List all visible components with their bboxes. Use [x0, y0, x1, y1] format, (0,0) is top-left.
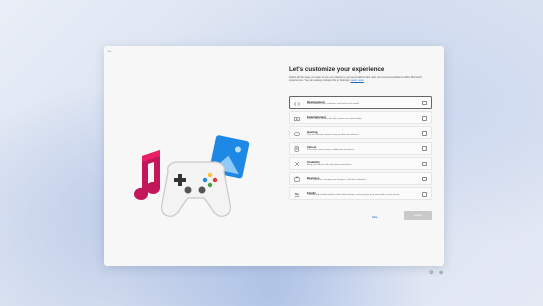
- option-entertainment[interactable]: Entertainment Watch videos, browse the w…: [289, 111, 432, 125]
- learn-more-link[interactable]: Learn more: [351, 79, 364, 82]
- controller-icon: [161, 161, 231, 217]
- code-icon: [294, 101, 300, 106]
- option-checkbox[interactable]: [422, 100, 427, 106]
- option-gaming[interactable]: Gaming Play and discover games, keep up …: [289, 126, 432, 140]
- option-family[interactable]: Family Connect with family members with …: [289, 187, 432, 201]
- option-desc: Watch videos, browse the web, connect on…: [307, 118, 362, 121]
- option-development[interactable]: Development Build beautiful apps, websit…: [289, 96, 432, 109]
- option-desc: Play and discover games, keep up with ne…: [307, 133, 360, 136]
- creativity-icon: [294, 161, 300, 167]
- language-icon[interactable]: ⊕: [439, 270, 443, 276]
- oobe-window: ← Let's customize your experience Select…: [104, 46, 444, 266]
- business-icon: [294, 177, 300, 182]
- option-checkbox[interactable]: [422, 131, 427, 136]
- page-description: Select all the ways you plan to use your…: [289, 76, 422, 83]
- option-creativity[interactable]: Creativity Bring your ideas to life with…: [289, 156, 432, 170]
- options-list: Development Build beautiful apps, websit…: [289, 96, 432, 202]
- entertainment-icon: [294, 116, 300, 121]
- option-checkbox[interactable]: [422, 161, 427, 167]
- option-desc: Take notes, write essays, collaborate on…: [307, 148, 355, 151]
- music-note-icon: [134, 150, 160, 200]
- option-desc: Track expenses, manage your business, ch…: [307, 179, 367, 182]
- back-arrow-icon[interactable]: ←: [107, 48, 113, 54]
- option-checkbox[interactable]: [422, 115, 427, 121]
- option-checkbox[interactable]: [422, 146, 427, 151]
- accessibility-icon[interactable]: ⚙: [429, 270, 433, 276]
- option-business[interactable]: Business Track expenses, manage your bus…: [289, 171, 432, 185]
- option-desc: Bring your ideas to life with photos and…: [307, 163, 353, 166]
- option-checkbox[interactable]: [422, 191, 427, 197]
- option-checkbox[interactable]: [422, 176, 427, 182]
- skip-button[interactable]: Skip: [372, 215, 377, 219]
- illustration: [134, 135, 250, 217]
- option-school[interactable]: School Take notes, write essays, collabo…: [289, 141, 432, 155]
- option-desc: Build beautiful apps, websites, and tool…: [307, 103, 360, 106]
- page-title: Let's customize your experience: [289, 66, 385, 73]
- accept-button[interactable]: Accept: [404, 211, 432, 220]
- option-desc: Connect with family members with safety …: [307, 194, 400, 197]
- gaming-icon: [294, 132, 300, 136]
- school-icon: [294, 146, 299, 152]
- family-icon: [294, 192, 300, 197]
